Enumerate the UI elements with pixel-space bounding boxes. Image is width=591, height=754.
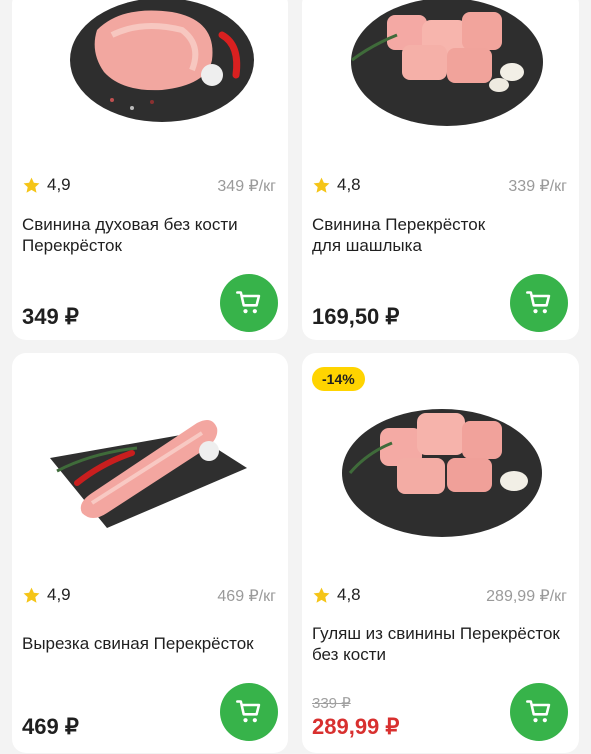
price: 169,50 ₽ (312, 304, 400, 329)
product-name-line: Гуляш из свинины Перекрёсток (312, 624, 560, 643)
product-name-line: для шашлыка (312, 236, 422, 255)
product-image[interactable] (12, 0, 288, 140)
product-name-line: Свинина Перекрёсток (312, 215, 486, 234)
unit-price: 469 ₽/кг (217, 588, 276, 605)
discount-badge: -14% (312, 367, 365, 391)
product-name[interactable]: Вырезка свиная Перекрёсток (22, 633, 254, 654)
add-to-cart-button[interactable] (510, 683, 568, 741)
unit-price: 289,99 ₽/кг (486, 588, 567, 605)
rating-value: 4,9 (47, 585, 71, 604)
product-card[interactable]: -14% 4,8 289,99 ₽/кг Гуляш из свинины Пе… (302, 353, 579, 753)
price: 469 ₽ (22, 714, 79, 739)
product-card[interactable]: 4,8 339 ₽/кг Свинина Перекрёсток для шаш… (302, 0, 579, 340)
unit-price: 339 ₽/кг (508, 178, 567, 195)
cart-icon (236, 700, 261, 723)
star-icon (23, 587, 40, 603)
rating-value: 4,9 (47, 175, 71, 194)
cart-icon (526, 291, 551, 314)
add-to-cart-button[interactable] (220, 683, 278, 741)
unit-price: 349 ₽/кг (217, 178, 276, 195)
product-name-line: без кости (312, 645, 387, 664)
old-price: 339 ₽ (312, 695, 351, 712)
product-name[interactable]: Свинина Перекрёсток для шашлыка (312, 214, 485, 256)
product-name[interactable]: Гуляш из свинины Перекрёсток без кости (312, 623, 560, 665)
star-icon (313, 177, 330, 193)
rating: 4,8 (312, 585, 361, 605)
rating: 4,9 (22, 175, 71, 195)
product-name-line: Вырезка свиная Перекрёсток (22, 634, 254, 653)
cart-icon (236, 291, 261, 314)
product-name-line: Перекрёсток (22, 236, 122, 255)
cart-icon (526, 700, 551, 723)
product-card[interactable]: 4,9 349 ₽/кг Свинина духовая без кости П… (12, 0, 288, 340)
sale-price: 289,99 ₽ (312, 714, 400, 739)
product-card[interactable]: 4,9 469 ₽/кг Вырезка свиная Перекрёсток … (12, 353, 288, 753)
add-to-cart-button[interactable] (510, 274, 568, 332)
star-icon (313, 587, 330, 603)
product-name[interactable]: Свинина духовая без кости Перекрёсток (22, 214, 238, 256)
price: 349 ₽ (22, 304, 79, 329)
rating-value: 4,8 (337, 585, 361, 604)
product-name-line: Свинина духовая без кости (22, 215, 238, 234)
rating: 4,9 (22, 585, 71, 605)
product-image[interactable] (12, 353, 288, 563)
star-icon (23, 177, 40, 193)
add-to-cart-button[interactable] (220, 274, 278, 332)
product-image[interactable] (302, 0, 579, 140)
rating-value: 4,8 (337, 175, 361, 194)
rating: 4,8 (312, 175, 361, 195)
